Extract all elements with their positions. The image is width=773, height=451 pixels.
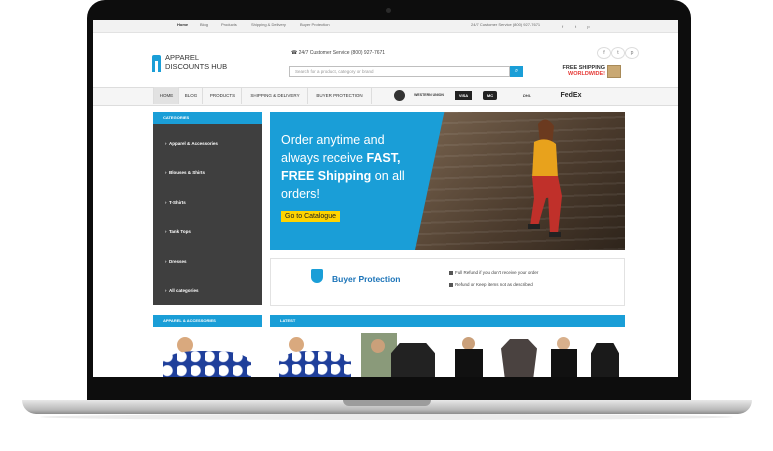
logo-line-2: DISCOUNTS HUB (165, 62, 228, 71)
category-apparel-accessories[interactable]: › Apparel & Accessories (165, 141, 218, 146)
product-thumb-1[interactable] (275, 333, 353, 377)
product-thumb-apparel[interactable] (157, 333, 257, 377)
categories-heading: CATEGORIES (153, 112, 262, 124)
hero-line-2a: always receive (281, 151, 367, 165)
buyer-protection-box (270, 258, 625, 306)
nav-shipping-delivery[interactable]: SHIPPING & DELIVERY (241, 87, 308, 104)
go-to-catalogue-button[interactable]: Go to Catalogue (281, 211, 340, 222)
product-thumb-2[interactable] (361, 333, 437, 377)
pinterest-icon[interactable]: p (584, 22, 593, 31)
product-thumb-4[interactable] (497, 333, 541, 377)
logo-text[interactable]: APPAREL DISCOUNTS HUB (165, 53, 227, 71)
header-service-text: 24/7 Customer Service (800) 927-7671 (298, 50, 386, 56)
header-facebook-icon[interactable]: f (597, 47, 611, 59)
model-figure (528, 119, 562, 237)
topbar-link-home[interactable]: Home (177, 22, 188, 27)
hero-headline: Order anytime and always receive FAST, F… (281, 131, 441, 203)
search-input[interactable]: Search for a product, category or brand (289, 66, 510, 77)
free-shipping-badge: FREE SHIPPING WORLDWIDE! (547, 65, 605, 77)
category-tank-tops[interactable]: › Tank Tops (165, 229, 191, 234)
western-union-logo: WESTERN UNION (414, 93, 444, 97)
laptop-screen: Home Blog Products Shipping & Delivery B… (93, 20, 678, 377)
product-thumb-6[interactable] (587, 333, 623, 377)
refund-check-1: Full Refund if you don't receive your or… (449, 270, 538, 275)
hero-line-4: orders! (281, 187, 320, 201)
phone-icon: ☎ (291, 50, 298, 56)
checkbox-icon (449, 282, 453, 287)
header-pinterest-icon[interactable]: p (625, 47, 639, 59)
laptop-notch (343, 400, 431, 406)
nav-buyer-protection[interactable]: BUYER PROTECTION (307, 87, 372, 104)
hero-line-2b: FAST, (366, 151, 401, 165)
hero-line-3a: FREE Shipping (281, 169, 372, 183)
laptop-shadow (40, 414, 733, 420)
visa-logo: VISA (455, 91, 472, 100)
category-dresses[interactable]: › Dresses (165, 259, 187, 264)
top-bar: Home Blog Products Shipping & Delivery B… (93, 20, 678, 33)
category-blouses-shirts[interactable]: › Blouses & Shirts (165, 170, 205, 175)
header-twitter-icon[interactable]: t (611, 47, 625, 59)
topbar-link-blog[interactable]: Blog (200, 22, 208, 27)
dhl-logo: DHL (522, 93, 532, 98)
nav-home[interactable]: HOME (153, 87, 179, 104)
twitter-icon[interactable]: t (571, 22, 580, 31)
logo-line-1: APPAREL (165, 53, 200, 62)
logo-icon[interactable] (152, 55, 161, 72)
latest-heading: LATEST (270, 315, 625, 327)
category-label: T-Shirts (169, 200, 186, 205)
nav-blog[interactable]: BLOG (178, 87, 203, 104)
topbar-link-products[interactable]: Products (221, 22, 237, 27)
topbar-link-buyer-protection[interactable]: Buyer Protection (300, 22, 330, 27)
nav-products[interactable]: PRODUCTS (202, 87, 242, 104)
category-label: Dresses (169, 259, 187, 264)
category-all[interactable]: › All categories (165, 288, 199, 293)
hero-line-3b: on all (371, 169, 405, 183)
money-back-icon (394, 90, 405, 101)
shield-icon (311, 269, 323, 283)
hero-line-2: always receive FAST, (281, 149, 441, 167)
category-label: All categories (169, 288, 199, 293)
product-thumb-3[interactable] (445, 333, 493, 377)
category-label: Blouses & Shirts (169, 170, 206, 175)
topbar-link-shipping[interactable]: Shipping & Delivery (251, 22, 286, 27)
shipping-line-2: WORLDWIDE! (568, 71, 605, 77)
category-t-shirts[interactable]: › T-Shirts (165, 200, 186, 205)
refund-check-2-text: Refund or Keep items not as described (455, 282, 533, 287)
checkbox-icon (449, 270, 453, 275)
apparel-accessories-heading: APPAREL & ACCESSORIES (153, 315, 262, 327)
search-button[interactable]: ⌕ (510, 66, 523, 77)
category-label: Apparel & Accessories (169, 141, 218, 146)
mastercard-logo: MC (483, 91, 497, 100)
hero-line-1: Order anytime and (281, 133, 385, 147)
buyer-protection-title[interactable]: Buyer Protection (332, 274, 401, 284)
fedex-logo: FedEx (560, 92, 582, 99)
hero-line-3: FREE Shipping on all (281, 167, 441, 185)
topbar-service: 24/7 Customer Service (800) 927-7671 (471, 22, 541, 27)
product-thumb-5[interactable] (545, 333, 583, 377)
header-service-phone: ☎ 24/7 Customer Service (800) 927-7671 (291, 50, 385, 56)
shipping-box-icon (607, 65, 621, 78)
facebook-icon[interactable]: f (558, 22, 567, 31)
search-icon: ⌕ (514, 68, 519, 74)
refund-check-1-text: Full Refund if you don't receive your or… (455, 270, 539, 275)
refund-check-2: Refund or Keep items not as described (449, 282, 533, 287)
camera-dot (386, 8, 391, 13)
category-label: Tank Tops (169, 229, 191, 234)
